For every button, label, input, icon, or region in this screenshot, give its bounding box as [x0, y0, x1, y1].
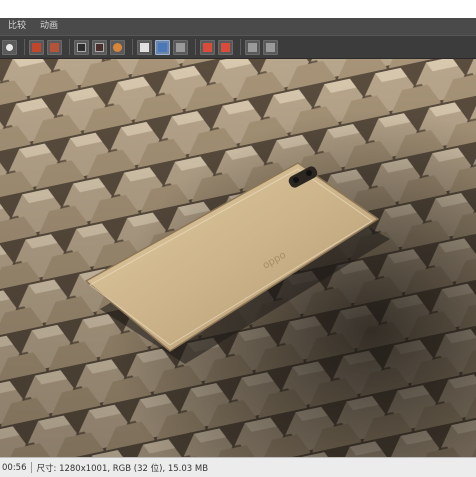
split-view-icon[interactable]	[173, 39, 188, 55]
save-red-icon[interactable]	[47, 39, 62, 55]
browser-icon[interactable]	[110, 39, 125, 55]
status-image-info: 尺寸: 1280x1001, RGB (32 位), 15.03 MB	[36, 463, 209, 474]
status-time: 00:56	[2, 462, 27, 473]
menu-bar: 比较 动画	[0, 18, 476, 35]
status-bar: 00:56 尺寸: 1280x1001, RGB (32 位), 15.03 M…	[0, 457, 476, 477]
image-viewer-window: 比较 动画 oppo 00:56 尺寸: 1280x1001, RGB (32 …	[0, 0, 476, 477]
toolbar-separator	[132, 39, 133, 55]
film-icon[interactable]	[263, 39, 278, 55]
a-red-icon[interactable]	[200, 39, 215, 55]
grid-view-icon[interactable]	[155, 39, 170, 55]
open-red-icon[interactable]	[29, 39, 44, 55]
toolbar-separator	[195, 39, 196, 55]
thumb-view-icon[interactable]	[92, 39, 107, 55]
toolbar-separator	[69, 39, 70, 55]
b-red-icon[interactable]	[218, 39, 233, 55]
title-strip	[0, 0, 476, 18]
menu-item-animation[interactable]: 动画	[40, 18, 58, 35]
zoom-icon[interactable]	[2, 39, 17, 55]
image-canvas[interactable]: oppo	[0, 59, 476, 457]
toolbar	[0, 35, 476, 59]
ab-compare-icon[interactable]	[137, 39, 152, 55]
status-divider	[30, 462, 32, 473]
photo-golden-phone-on-hexagons: oppo	[0, 59, 476, 457]
toolbar-separator	[24, 39, 25, 55]
image-view-icon[interactable]	[74, 39, 89, 55]
slide-icon[interactable]	[245, 39, 260, 55]
toolbar-separator	[240, 39, 241, 55]
menu-item-compare[interactable]: 比较	[8, 18, 26, 35]
